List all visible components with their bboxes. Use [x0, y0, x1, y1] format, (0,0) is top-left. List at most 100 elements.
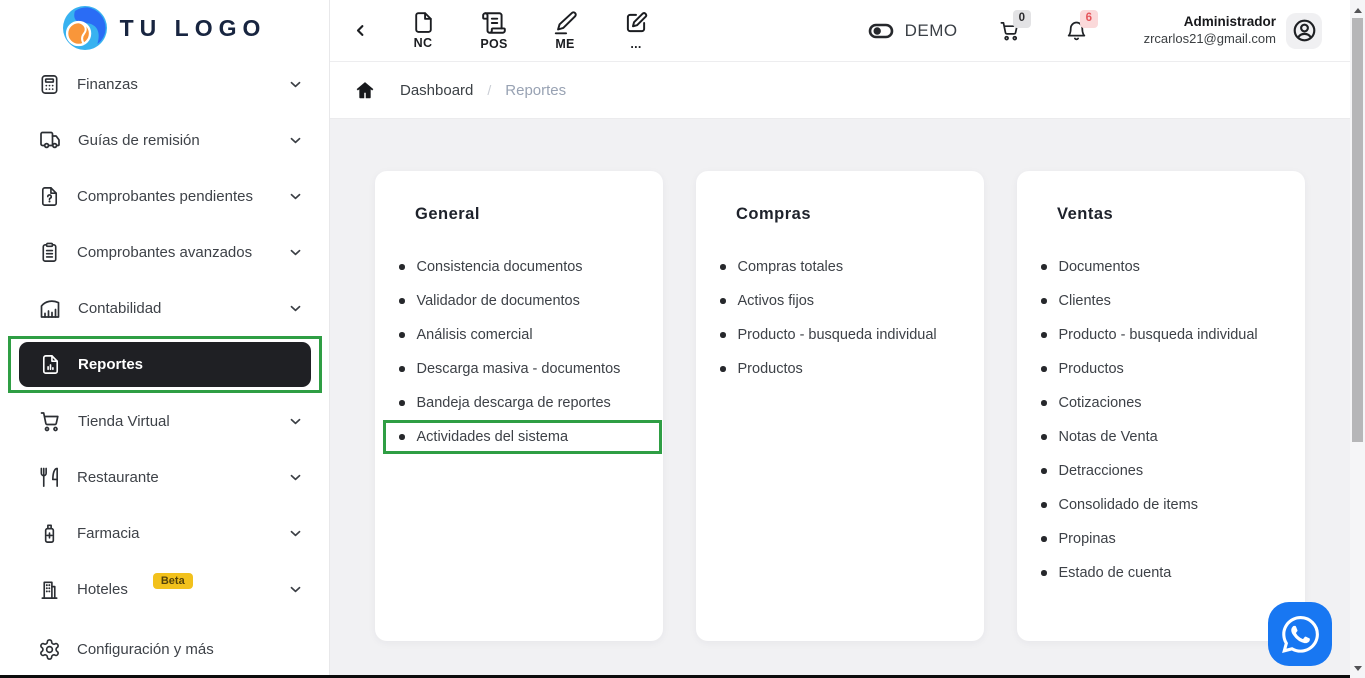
scrollbar-thumb[interactable] [1352, 18, 1363, 442]
report-link[interactable]: Producto - busqueda individual [1041, 318, 1305, 352]
sidebar-item-reportes[interactable]: Reportes [19, 342, 311, 387]
chevron-down-icon [288, 582, 303, 597]
report-link[interactable]: Activos fijos [720, 284, 984, 318]
report-link-label: Estado de cuenta [1058, 565, 1172, 581]
file-chart-icon [39, 353, 62, 376]
bullet-icon [399, 366, 405, 372]
sidebar-item-restaurante[interactable]: Restaurante [0, 449, 329, 505]
report-link[interactable]: Consistencia documentos [399, 250, 663, 284]
report-link[interactable]: Descarga masiva - documentos [399, 352, 663, 386]
report-link[interactable]: Validador de documentos [399, 284, 663, 318]
clipboard-icon [38, 241, 61, 264]
report-list: Consistencia documentos Validador de docu… [375, 250, 663, 454]
sidebar-item-contabilidad[interactable]: Contabilidad [0, 280, 329, 336]
user-name: Administrador [1183, 14, 1276, 30]
report-link[interactable]: Clientes [1041, 284, 1305, 318]
report-link-label: Bandeja descarga de reportes [416, 395, 611, 411]
report-link[interactable]: Notas de Venta [1041, 420, 1305, 454]
utensils-icon [38, 466, 61, 489]
home-icon[interactable] [354, 79, 376, 101]
whatsapp-button[interactable] [1268, 602, 1332, 666]
breadcrumb: Dashboard / Reportes [330, 62, 1350, 119]
bullet-icon [399, 434, 405, 440]
report-link[interactable]: Productos [720, 352, 984, 386]
bullet-icon [1041, 502, 1047, 508]
sidebar-item-farmacia[interactable]: Farmacia [0, 505, 329, 561]
gear-icon [38, 638, 61, 661]
whatsapp-icon [1281, 615, 1319, 653]
report-link[interactable]: Detracciones [1041, 454, 1305, 488]
report-link[interactable]: Bandeja descarga de reportes [399, 386, 663, 420]
report-list: Documentos Clientes Producto - busqueda in… [1017, 250, 1305, 590]
scrollbar-down-arrow[interactable] [1350, 660, 1365, 676]
sidebar-item-finanzas[interactable]: Finanzas [0, 56, 329, 112]
brand-logo-icon [62, 6, 107, 50]
report-link-label: Actividades del sistema [416, 429, 569, 445]
file-icon [411, 10, 436, 35]
topbar-action-more[interactable]: ... [619, 10, 653, 51]
chevron-down-icon [288, 526, 303, 541]
report-link-label: Clientes [1058, 293, 1111, 309]
bullet-icon [1041, 332, 1047, 338]
chevron-down-icon [288, 245, 303, 260]
notifications-badge: 6 [1079, 10, 1098, 28]
sidebar-item-comprobantes-avanzados[interactable]: Comprobantes avanzados [0, 224, 329, 280]
card-title: Compras [736, 205, 812, 223]
report-link[interactable]: Análisis comercial [399, 318, 663, 352]
avatar[interactable] [1286, 12, 1322, 49]
brand-logo[interactable]: TU LOGO [0, 0, 329, 56]
chevron-left-icon [353, 23, 368, 38]
user-menu[interactable]: Administrador zrcarlos21@gmail.com [1144, 12, 1350, 49]
report-link-label: Propinas [1058, 531, 1116, 547]
breadcrumb-item-dashboard[interactable]: Dashboard [400, 82, 473, 99]
vertical-scrollbar [1350, 0, 1365, 678]
report-link-label: Productos [1058, 361, 1124, 377]
report-link-label: Documentos [1058, 259, 1140, 275]
demo-mode-toggle[interactable]: DEMO [867, 19, 958, 43]
topbar-action-me[interactable]: ME [548, 10, 582, 51]
report-link-label: Consistencia documentos [416, 259, 583, 275]
report-link[interactable]: Producto - busqueda individual [720, 318, 984, 352]
beta-badge: Beta [152, 573, 193, 589]
report-link[interactable]: Productos [1041, 352, 1305, 386]
sidebar-item-guias-de-remision[interactable]: Guías de remisión [0, 112, 329, 168]
report-link-label: Cotizaciones [1058, 395, 1142, 411]
sidebar-item-label: Hoteles [77, 580, 128, 598]
sidebar-menu: Finanzas Guías de remisión Comprobantes pe… [0, 56, 329, 617]
report-link-label: Compras totales [737, 259, 844, 275]
sidebar-item-label: Comprobantes avanzados [77, 243, 253, 261]
cart-button[interactable]: 0 [998, 10, 1031, 42]
sidebar-item-tienda-virtual[interactable]: Tienda Virtual [0, 393, 329, 449]
scrollbar-up-arrow[interactable] [1350, 2, 1365, 18]
report-link[interactable]: Consolidado de items [1041, 488, 1305, 522]
report-link[interactable]: Propinas [1041, 522, 1305, 556]
bullet-icon [1041, 366, 1047, 372]
sidebar-collapse-button[interactable] [348, 16, 372, 46]
topbar-action-label: ... [630, 37, 642, 51]
report-link[interactable]: Cotizaciones [1041, 386, 1305, 420]
topbar-action-label: POS [480, 37, 508, 51]
breadcrumb-separator: / [487, 82, 492, 98]
topbar-actions: NC POS ME... [406, 10, 653, 51]
report-link[interactable]: Actividades del sistema [383, 420, 663, 454]
breadcrumb-item-reportes: Reportes [505, 81, 567, 99]
bullet-icon [399, 264, 405, 270]
topbar-action-pos[interactable]: POS [477, 10, 511, 51]
chevron-down-icon [288, 133, 303, 148]
sidebar-item-comprobantes-pendientes[interactable]: Comprobantes pendientes [0, 168, 329, 224]
notifications-button[interactable]: 6 [1065, 10, 1098, 42]
bullet-icon [1041, 536, 1047, 542]
report-link[interactable]: Estado de cuenta [1041, 556, 1305, 590]
receipt-icon [481, 10, 507, 36]
report-link-label: Producto - busqueda individual [737, 327, 937, 343]
report-link-label: Productos [737, 361, 803, 377]
sidebar-item-configuracion[interactable]: Configuración y más [0, 620, 329, 678]
topbar-action-nc[interactable]: NC [406, 10, 440, 51]
report-link[interactable]: Compras totales [720, 250, 984, 284]
sidebar-item-hoteles[interactable]: Hoteles Beta [0, 561, 329, 617]
bullet-icon [720, 298, 726, 304]
sidebar-item-label: Tienda Virtual [78, 412, 170, 430]
bullet-icon [1041, 468, 1047, 474]
sidebar-item-label: Restaurante [77, 468, 159, 486]
report-link[interactable]: Documentos [1041, 250, 1305, 284]
